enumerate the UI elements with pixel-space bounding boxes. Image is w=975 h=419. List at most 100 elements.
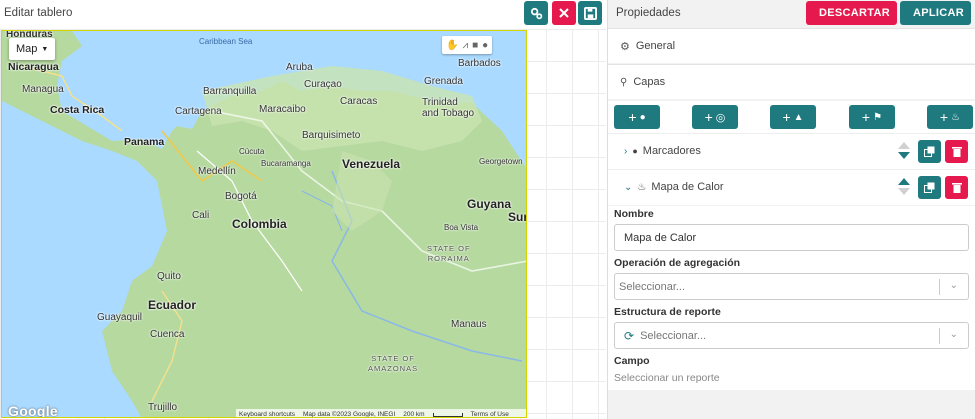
- duplicate-layer-button[interactable]: [918, 140, 941, 163]
- aggregation-select[interactable]: Seleccionar... ⌄: [614, 273, 969, 300]
- save-button[interactable]: [578, 1, 602, 25]
- map-label-cucuta: Cúcuta: [239, 147, 265, 156]
- map-label-venezuela: Venezuela: [342, 157, 401, 171]
- heat-icon: ♨: [951, 111, 961, 123]
- aggregation-label: Operación de agregación: [614, 257, 741, 269]
- circle-icon: ◎: [715, 111, 726, 124]
- duplicate-layer-button[interactable]: [918, 176, 941, 199]
- map-label-cali: Cali: [192, 210, 210, 221]
- move-up-icon[interactable]: [898, 178, 910, 185]
- add-heat-layer-button[interactable]: + ♨: [927, 105, 973, 129]
- layer-markers-label: Marcadores: [642, 145, 701, 157]
- map-label-suriname: Suri: [508, 210, 526, 224]
- map-marker-icon: ⚲: [620, 76, 628, 88]
- copy-icon: [924, 182, 935, 193]
- close-x-icon: [559, 8, 569, 18]
- close-editor-button[interactable]: [552, 1, 576, 25]
- map-label-cuenca: Cuenca: [150, 329, 185, 340]
- add-marker-layer-button[interactable]: + ●: [614, 105, 660, 129]
- circle-icon[interactable]: ●: [482, 40, 488, 51]
- map-label-guyana: Guyana: [467, 197, 512, 211]
- hand-icon[interactable]: ✋: [446, 40, 458, 51]
- add-layer-toolbar: + ● + ◎ + ▲ + ⚑ + ♨: [608, 101, 975, 133]
- floppy-save-icon: [583, 6, 597, 20]
- map-label-managua: Managua: [22, 84, 64, 95]
- settings-button[interactable]: [524, 1, 548, 25]
- map-attribution: Keyboard shortcuts Map data ©2023 Google…: [236, 409, 526, 418]
- area-icon: ⚑: [873, 111, 883, 123]
- map-label-nicaragua: Nicaragua: [8, 61, 59, 73]
- map-label-georgetown: Georgetown: [479, 157, 523, 166]
- google-logo: Google: [8, 403, 59, 418]
- scale-label: 200 km: [403, 411, 425, 418]
- map-label-boa-vista: Boa Vista: [444, 223, 479, 232]
- layer-row-heatmap[interactable]: ⌄ ♨ Mapa de Calor: [608, 169, 975, 205]
- accordion-layers[interactable]: ⚲ Capas: [608, 64, 975, 99]
- chevron-down-icon: ⌄: [949, 329, 958, 340]
- gear-icon: ⚙: [620, 40, 630, 53]
- layer-heatmap-name: ⌄ ♨ Mapa de Calor: [624, 181, 724, 193]
- app-root: Editar tablero Map ▼ ✋ ⩘ ■ ● Caribbean S…: [0, 0, 975, 419]
- map-label-medellin: Medellín: [198, 166, 236, 177]
- delete-layer-button[interactable]: [945, 140, 968, 163]
- dashboard-editor: Editar tablero Map ▼ ✋ ⩘ ■ ● Caribbean S…: [0, 0, 606, 419]
- select-separator: [939, 279, 940, 295]
- map-label-guayaquil: Guayaquil: [97, 312, 143, 323]
- move-up-icon[interactable]: [898, 142, 910, 149]
- scale-bar: [432, 412, 463, 417]
- properties-panel: Propiedades DESCARTAR APLICAR ⚙ General …: [607, 0, 975, 419]
- map-label-bogota: Bogotá: [225, 191, 257, 202]
- map-label-panama: Panama: [124, 136, 165, 148]
- field-label: Campo: [614, 355, 650, 367]
- delete-layer-button[interactable]: [945, 176, 968, 199]
- heatmap-layer-form: Nombre Mapa de Calor Operación de agrega…: [608, 206, 975, 390]
- map-label-barquisimeto: Barquisimeto: [302, 130, 361, 141]
- chevron-down-icon: ⌄: [949, 280, 958, 291]
- chevron-right-icon[interactable]: ›: [624, 146, 627, 157]
- map-label-honduras: Honduras: [6, 30, 53, 40]
- map-label-bucaramanga: Bucaramanga: [261, 159, 311, 168]
- add-route-layer-button[interactable]: + ▲: [770, 105, 816, 129]
- drawing-toolbar: ✋ ⩘ ■ ●: [442, 36, 493, 54]
- map-type-label: Map: [16, 43, 38, 55]
- refresh-icon: ⟳: [624, 328, 635, 343]
- move-down-icon[interactable]: [898, 152, 910, 159]
- map-label-quito: Quito: [157, 271, 181, 282]
- add-circle-layer-button[interactable]: + ◎: [692, 105, 738, 129]
- layer-order-arrows: [897, 140, 911, 164]
- aggregation-placeholder: Seleccionar...: [619, 280, 686, 293]
- map-pin-icon: ●: [632, 146, 638, 156]
- apply-button[interactable]: APLICAR: [900, 1, 971, 25]
- name-input[interactable]: Mapa de Calor: [614, 224, 969, 251]
- map-label-amazonas: STATE OF AMAZONAS: [368, 354, 419, 373]
- map-widget[interactable]: Map ▼ ✋ ⩘ ■ ● Caribbean Sea Honduras Nic…: [1, 30, 527, 418]
- map-label-manaus: Manaus: [451, 319, 487, 330]
- map-type-control[interactable]: Map ▼: [9, 38, 56, 60]
- chevron-down-icon[interactable]: ⌄: [624, 182, 632, 193]
- copy-icon: [924, 146, 935, 157]
- report-structure-select[interactable]: ⟳ Seleccionar... ⌄: [614, 322, 969, 349]
- trash-icon: [951, 183, 962, 193]
- terms-link[interactable]: Terms of Use: [471, 411, 509, 417]
- map-label-costa-rica: Costa Rica: [50, 104, 105, 116]
- map-label-cartagena: Cartagena: [175, 106, 222, 117]
- keyboard-shortcuts-link[interactable]: Keyboard shortcuts: [239, 411, 295, 417]
- settings-gears-icon: [530, 7, 542, 19]
- map-label-barbados: Barbados: [458, 58, 501, 69]
- editor-title: Editar tablero: [4, 7, 73, 19]
- layer-row-markers[interactable]: › ● Marcadores: [608, 133, 975, 169]
- rectangle-icon[interactable]: ■: [472, 40, 478, 51]
- map-label-barranquilla: Barranquilla: [203, 86, 257, 97]
- move-down-icon[interactable]: [898, 188, 910, 195]
- fire-icon: ♨: [637, 181, 647, 193]
- polyline-icon[interactable]: ⩘: [462, 40, 468, 51]
- map-label-trujillo: Trujillo: [148, 402, 178, 413]
- chevron-down-icon: ▼: [41, 45, 49, 53]
- report-structure-placeholder: Seleccionar...: [640, 329, 707, 342]
- accordion-general[interactable]: ⚙ General: [608, 28, 975, 63]
- map-label-aruba: Aruba: [286, 62, 313, 73]
- add-area-layer-button[interactable]: + ⚑: [849, 105, 895, 129]
- discard-button[interactable]: DESCARTAR: [806, 1, 897, 25]
- properties-title: Propiedades: [616, 7, 681, 19]
- name-label: Nombre: [614, 208, 654, 220]
